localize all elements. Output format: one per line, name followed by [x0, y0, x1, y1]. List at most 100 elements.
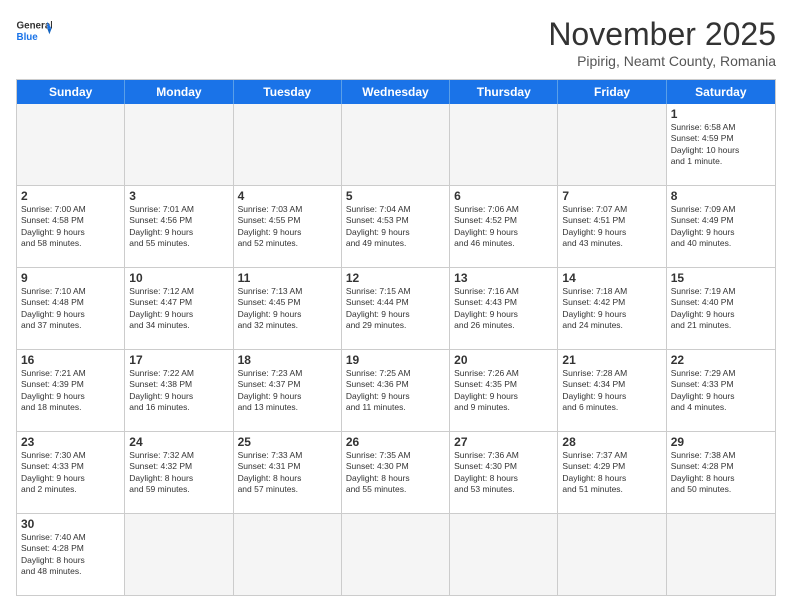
day-info: Sunrise: 7:12 AM Sunset: 4:47 PM Dayligh… [129, 286, 228, 332]
day-info: Sunrise: 6:58 AM Sunset: 4:59 PM Dayligh… [671, 122, 771, 168]
day-number: 12 [346, 271, 445, 285]
title-block: November 2025 Pipirig, Neamt County, Rom… [548, 16, 776, 69]
day-info: Sunrise: 7:33 AM Sunset: 4:31 PM Dayligh… [238, 450, 337, 496]
day-info: Sunrise: 7:29 AM Sunset: 4:33 PM Dayligh… [671, 368, 771, 414]
calendar-row-3: 16Sunrise: 7:21 AM Sunset: 4:39 PM Dayli… [17, 350, 775, 432]
calendar-cell-1-3: 5Sunrise: 7:04 AM Sunset: 4:53 PM Daylig… [342, 186, 450, 267]
calendar-cell-4-3: 26Sunrise: 7:35 AM Sunset: 4:30 PM Dayli… [342, 432, 450, 513]
day-info: Sunrise: 7:03 AM Sunset: 4:55 PM Dayligh… [238, 204, 337, 250]
weekday-header-saturday: Saturday [667, 80, 775, 104]
day-info: Sunrise: 7:19 AM Sunset: 4:40 PM Dayligh… [671, 286, 771, 332]
day-number: 1 [671, 107, 771, 121]
page: General Blue November 2025 Pipirig, Neam… [0, 0, 792, 612]
day-number: 17 [129, 353, 228, 367]
day-number: 10 [129, 271, 228, 285]
calendar: SundayMondayTuesdayWednesdayThursdayFrid… [16, 79, 776, 596]
day-number: 15 [671, 271, 771, 285]
calendar-cell-1-5: 7Sunrise: 7:07 AM Sunset: 4:51 PM Daylig… [558, 186, 666, 267]
calendar-cell-0-1 [125, 104, 233, 185]
day-info: Sunrise: 7:25 AM Sunset: 4:36 PM Dayligh… [346, 368, 445, 414]
logo: General Blue [16, 16, 52, 44]
calendar-cell-1-1: 3Sunrise: 7:01 AM Sunset: 4:56 PM Daylig… [125, 186, 233, 267]
day-number: 19 [346, 353, 445, 367]
calendar-cell-3-0: 16Sunrise: 7:21 AM Sunset: 4:39 PM Dayli… [17, 350, 125, 431]
day-number: 18 [238, 353, 337, 367]
calendar-cell-2-3: 12Sunrise: 7:15 AM Sunset: 4:44 PM Dayli… [342, 268, 450, 349]
day-number: 11 [238, 271, 337, 285]
weekday-header-wednesday: Wednesday [342, 80, 450, 104]
location-subtitle: Pipirig, Neamt County, Romania [548, 53, 776, 69]
day-number: 5 [346, 189, 445, 203]
day-number: 23 [21, 435, 120, 449]
calendar-cell-2-0: 9Sunrise: 7:10 AM Sunset: 4:48 PM Daylig… [17, 268, 125, 349]
calendar-row-4: 23Sunrise: 7:30 AM Sunset: 4:33 PM Dayli… [17, 432, 775, 514]
weekday-header-friday: Friday [558, 80, 666, 104]
day-info: Sunrise: 7:15 AM Sunset: 4:44 PM Dayligh… [346, 286, 445, 332]
day-number: 25 [238, 435, 337, 449]
day-number: 2 [21, 189, 120, 203]
calendar-cell-0-0 [17, 104, 125, 185]
day-info: Sunrise: 7:26 AM Sunset: 4:35 PM Dayligh… [454, 368, 553, 414]
day-number: 29 [671, 435, 771, 449]
calendar-row-5: 30Sunrise: 7:40 AM Sunset: 4:28 PM Dayli… [17, 514, 775, 595]
calendar-cell-5-2 [234, 514, 342, 595]
day-number: 26 [346, 435, 445, 449]
day-number: 9 [21, 271, 120, 285]
calendar-cell-1-6: 8Sunrise: 7:09 AM Sunset: 4:49 PM Daylig… [667, 186, 775, 267]
calendar-cell-4-0: 23Sunrise: 7:30 AM Sunset: 4:33 PM Dayli… [17, 432, 125, 513]
day-info: Sunrise: 7:21 AM Sunset: 4:39 PM Dayligh… [21, 368, 120, 414]
day-info: Sunrise: 7:09 AM Sunset: 4:49 PM Dayligh… [671, 204, 771, 250]
calendar-cell-1-0: 2Sunrise: 7:00 AM Sunset: 4:58 PM Daylig… [17, 186, 125, 267]
calendar-body: 1Sunrise: 6:58 AM Sunset: 4:59 PM Daylig… [17, 104, 775, 595]
calendar-row-0: 1Sunrise: 6:58 AM Sunset: 4:59 PM Daylig… [17, 104, 775, 186]
general-blue-icon: General Blue [16, 16, 52, 44]
calendar-cell-3-1: 17Sunrise: 7:22 AM Sunset: 4:38 PM Dayli… [125, 350, 233, 431]
calendar-cell-3-6: 22Sunrise: 7:29 AM Sunset: 4:33 PM Dayli… [667, 350, 775, 431]
day-number: 30 [21, 517, 120, 531]
day-info: Sunrise: 7:16 AM Sunset: 4:43 PM Dayligh… [454, 286, 553, 332]
weekday-header-sunday: Sunday [17, 80, 125, 104]
day-info: Sunrise: 7:23 AM Sunset: 4:37 PM Dayligh… [238, 368, 337, 414]
day-info: Sunrise: 7:30 AM Sunset: 4:33 PM Dayligh… [21, 450, 120, 496]
day-info: Sunrise: 7:07 AM Sunset: 4:51 PM Dayligh… [562, 204, 661, 250]
day-number: 3 [129, 189, 228, 203]
day-info: Sunrise: 7:10 AM Sunset: 4:48 PM Dayligh… [21, 286, 120, 332]
calendar-row-1: 2Sunrise: 7:00 AM Sunset: 4:58 PM Daylig… [17, 186, 775, 268]
weekday-header-monday: Monday [125, 80, 233, 104]
calendar-cell-5-5 [558, 514, 666, 595]
calendar-cell-0-3 [342, 104, 450, 185]
day-number: 20 [454, 353, 553, 367]
calendar-cell-2-5: 14Sunrise: 7:18 AM Sunset: 4:42 PM Dayli… [558, 268, 666, 349]
day-number: 16 [21, 353, 120, 367]
day-number: 7 [562, 189, 661, 203]
day-info: Sunrise: 7:37 AM Sunset: 4:29 PM Dayligh… [562, 450, 661, 496]
day-number: 8 [671, 189, 771, 203]
calendar-cell-4-1: 24Sunrise: 7:32 AM Sunset: 4:32 PM Dayli… [125, 432, 233, 513]
day-number: 4 [238, 189, 337, 203]
weekday-header-tuesday: Tuesday [234, 80, 342, 104]
calendar-cell-0-2 [234, 104, 342, 185]
day-info: Sunrise: 7:40 AM Sunset: 4:28 PM Dayligh… [21, 532, 120, 578]
calendar-cell-2-6: 15Sunrise: 7:19 AM Sunset: 4:40 PM Dayli… [667, 268, 775, 349]
day-info: Sunrise: 7:18 AM Sunset: 4:42 PM Dayligh… [562, 286, 661, 332]
day-info: Sunrise: 7:00 AM Sunset: 4:58 PM Dayligh… [21, 204, 120, 250]
day-info: Sunrise: 7:35 AM Sunset: 4:30 PM Dayligh… [346, 450, 445, 496]
day-info: Sunrise: 7:28 AM Sunset: 4:34 PM Dayligh… [562, 368, 661, 414]
weekday-header-thursday: Thursday [450, 80, 558, 104]
day-number: 22 [671, 353, 771, 367]
day-number: 21 [562, 353, 661, 367]
day-number: 28 [562, 435, 661, 449]
day-number: 14 [562, 271, 661, 285]
day-number: 6 [454, 189, 553, 203]
calendar-cell-5-3 [342, 514, 450, 595]
calendar-cell-4-5: 28Sunrise: 7:37 AM Sunset: 4:29 PM Dayli… [558, 432, 666, 513]
calendar-cell-0-6: 1Sunrise: 6:58 AM Sunset: 4:59 PM Daylig… [667, 104, 775, 185]
day-info: Sunrise: 7:04 AM Sunset: 4:53 PM Dayligh… [346, 204, 445, 250]
day-info: Sunrise: 7:22 AM Sunset: 4:38 PM Dayligh… [129, 368, 228, 414]
svg-text:General: General [17, 21, 53, 32]
day-number: 24 [129, 435, 228, 449]
day-number: 27 [454, 435, 553, 449]
calendar-cell-0-5 [558, 104, 666, 185]
calendar-cell-2-1: 10Sunrise: 7:12 AM Sunset: 4:47 PM Dayli… [125, 268, 233, 349]
calendar-cell-3-2: 18Sunrise: 7:23 AM Sunset: 4:37 PM Dayli… [234, 350, 342, 431]
